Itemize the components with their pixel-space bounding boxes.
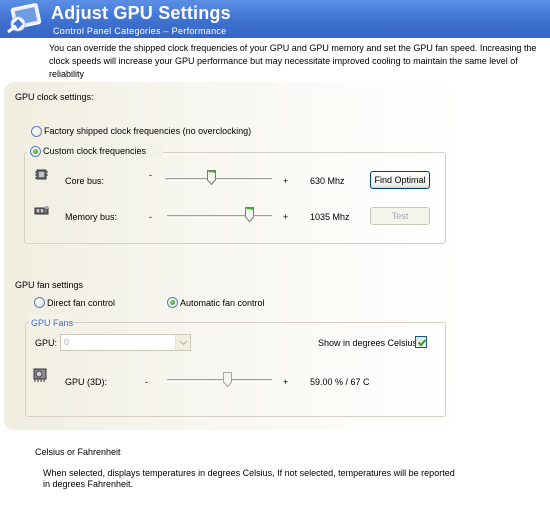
memory-icon — [34, 206, 49, 215]
gpu3d-slider-thumb — [223, 372, 233, 387]
test-button[interactable]: Test — [370, 207, 430, 225]
gpu-select[interactable]: 0 — [60, 334, 191, 351]
fan-settings-heading: GPU fan settings — [15, 280, 84, 290]
help-text: When selected, displays temperatures in … — [43, 468, 455, 489]
show-celsius-checkbox[interactable] — [415, 336, 427, 348]
gpu-card-icon — [33, 368, 47, 382]
help-title: Celsius or Fahrenheit — [35, 447, 121, 457]
factory-clock-radio[interactable] — [31, 126, 42, 137]
memory-bus-slider-track[interactable] — [167, 215, 272, 218]
memory-bus-value: 1035 Mhz — [310, 212, 350, 222]
gpu-select-label: GPU: — [35, 338, 58, 348]
show-celsius-label: Show in degrees Celsius — [318, 338, 418, 348]
custom-clock-radio[interactable] — [30, 146, 41, 157]
core-bus-minus: - — [149, 170, 152, 180]
gpu-select-value: 0 — [64, 337, 70, 347]
gpu3d-minus: - — [145, 377, 148, 387]
custom-clock-radio-label[interactable]: Custom clock frequencies — [43, 146, 146, 156]
gpu3d-label: GPU (3D): — [65, 377, 108, 387]
find-optimal-button[interactable]: Find Optimal — [370, 171, 430, 189]
core-bus-slider-thumb[interactable] — [206, 170, 216, 185]
memory-bus-label: Memory bus: — [65, 212, 118, 222]
clock-settings-heading: GPU clock settings: — [15, 92, 94, 102]
memory-bus-slider-thumb[interactable] — [245, 207, 255, 222]
checkmark-icon — [417, 339, 427, 347]
memory-bus-plus: + — [283, 212, 289, 222]
automatic-fan-radio[interactable] — [167, 297, 178, 308]
core-bus-plus: + — [283, 176, 289, 186]
page-subtitle: Control Panel Categories – Performance — [53, 26, 227, 36]
core-bus-value: 630 Mhz — [310, 176, 345, 186]
gpu3d-slider-track — [167, 379, 272, 382]
page-description: You can override the shipped clock frequ… — [49, 43, 537, 79]
custom-clock-group — [24, 152, 446, 244]
gpu3d-value: 59.00 % / 67 C — [310, 377, 370, 387]
direct-fan-radio-label[interactable]: Direct fan control — [47, 298, 115, 308]
chip-icon — [35, 169, 48, 180]
automatic-fan-radio-label[interactable]: Automatic fan control — [180, 298, 265, 308]
memory-bus-minus: - — [149, 212, 152, 222]
control-panel-icon — [7, 3, 42, 34]
chevron-down-icon[interactable] — [175, 335, 190, 350]
direct-fan-radio[interactable] — [34, 297, 45, 308]
page-title: Adjust GPU Settings — [51, 3, 231, 23]
gpu-fans-group-label: GPU Fans — [31, 318, 74, 328]
core-bus-label: Core bus: — [65, 176, 105, 186]
gpu3d-plus: + — [283, 377, 289, 387]
core-bus-slider-track[interactable] — [165, 178, 272, 181]
factory-clock-radio-label[interactable]: Factory shipped clock frequencies (no ov… — [44, 126, 251, 136]
